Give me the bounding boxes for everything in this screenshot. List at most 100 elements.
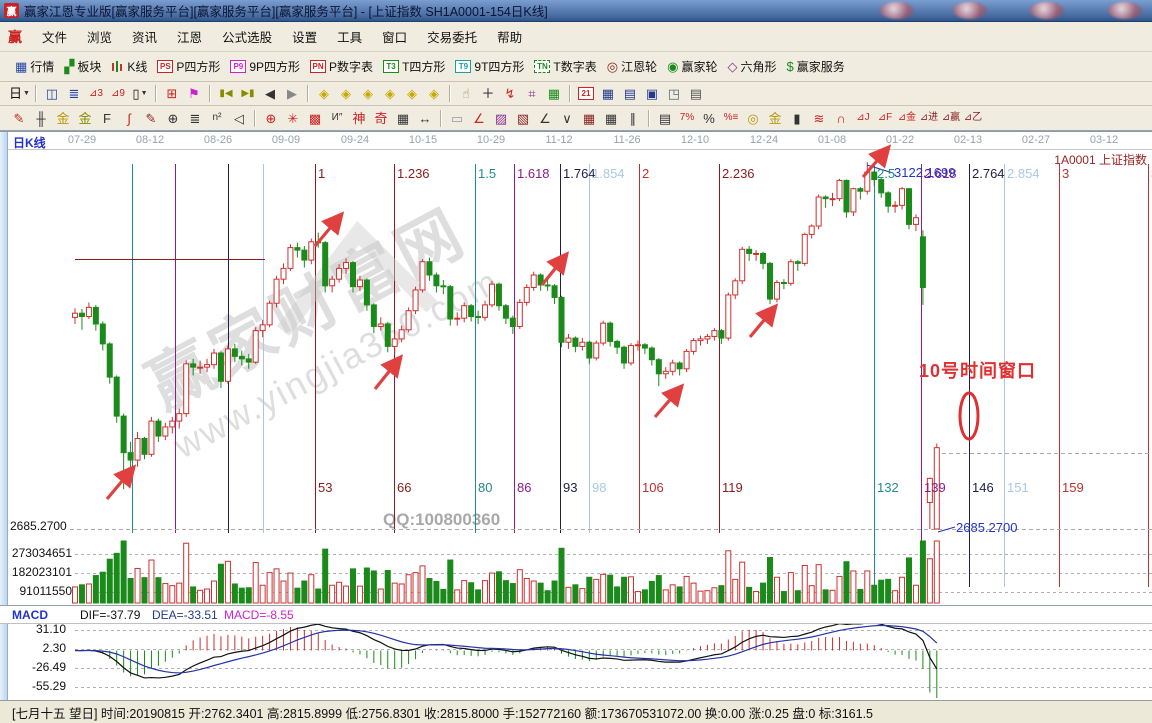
calculator-button[interactable]: ▦ (597, 84, 619, 104)
tool-percent-lines[interactable]: %≡ (720, 108, 742, 128)
tool-gold-section[interactable]: 金 (52, 108, 74, 128)
tool-fan[interactable]: ∠ (468, 108, 490, 128)
tool-grid-box[interactable]: ▦ (600, 108, 622, 128)
info-doc-button[interactable]: ≣ (63, 84, 85, 104)
tool-angle-pen[interactable]: ∠ (534, 108, 556, 128)
diamond-full-button[interactable]: ◈ (423, 84, 445, 104)
menu-item-帮助[interactable]: 帮助 (487, 27, 532, 49)
tool-square-n2[interactable]: n² (206, 108, 228, 128)
tool-candle-pen[interactable]: ▮ (786, 108, 808, 128)
winner-service-button[interactable]: $赢家服务 (782, 56, 850, 77)
tool-arc[interactable]: ∫ (118, 108, 140, 128)
print-button[interactable]: ▤ (685, 84, 707, 104)
puzzle-button[interactable]: ▦ (543, 84, 565, 104)
tool-n-quote[interactable]: И″ (326, 108, 348, 128)
sectors-button[interactable]: ▞板块 (59, 56, 106, 77)
tool-angle-gold[interactable]: ⊿金 (896, 108, 918, 128)
tool-grid-123[interactable]: ▦ (392, 108, 414, 128)
tool-pen[interactable]: ✎ (8, 108, 30, 128)
tool-box[interactable]: ▭ (446, 108, 468, 128)
winner-wheel-button[interactable]: ◉赢家轮 (662, 56, 722, 77)
p-number-table-button[interactable]: PNP数字表 (305, 56, 378, 77)
gann-wheel-button[interactable]: ◎江恩轮 (602, 56, 662, 77)
menu-item-交易委托[interactable]: 交易委托 (417, 27, 487, 49)
tool-fan-fill[interactable]: ▧ (512, 108, 534, 128)
flag-indicator-button[interactable]: ⚑ (183, 84, 205, 104)
volume-bar (392, 583, 397, 603)
t-square-button[interactable]: T3T四方形 (378, 56, 450, 77)
t-number-table-button[interactable]: TNT数字表 (529, 56, 601, 77)
tool-angle-ying[interactable]: ⊿赢 (940, 108, 962, 128)
hand-tool-button[interactable]: ☝ (455, 84, 477, 104)
diamond-hsplit-button[interactable]: ◈ (357, 84, 379, 104)
diamond-left-button[interactable]: ◈ (313, 84, 335, 104)
tool-horizontal-span[interactable]: ↔ (414, 108, 436, 128)
kline-button[interactable]: K线 (106, 56, 152, 77)
first-bar-button[interactable]: ▮◀ (215, 84, 237, 104)
tool-target-star[interactable]: ✳ (282, 108, 304, 128)
hexagon-button[interactable]: ◇六角形 (722, 56, 781, 77)
tool-angle-flag[interactable]: ◁ (228, 108, 250, 128)
diamond-right-button[interactable]: ◈ (335, 84, 357, 104)
tool-gold-circle[interactable]: ◎ (742, 108, 764, 128)
t9-square-button[interactable]: T99T四方形 (450, 56, 529, 77)
tool-fan-box[interactable]: ▨ (490, 108, 512, 128)
tool-angle-j[interactable]: ⊿J (852, 108, 874, 128)
tool-angle-yi[interactable]: ⊿乙 (962, 108, 984, 128)
calendar-button[interactable]: 21 (575, 84, 597, 104)
tool-time-div[interactable]: ╫ (30, 108, 52, 128)
next-bar-button[interactable]: ▶ (281, 84, 303, 104)
multi-window-button[interactable]: ⊞ (161, 84, 183, 104)
tool-angle-f[interactable]: ⊿F (874, 108, 896, 128)
tool-magic-number-2[interactable]: 奇 (370, 108, 392, 128)
save-button[interactable]: ▣ (641, 84, 663, 104)
tool-percent[interactable]: % (698, 108, 720, 128)
menu-item-浏览[interactable]: 浏览 (77, 27, 122, 49)
titlebar-close-stamp[interactable] (1108, 2, 1142, 19)
tool-target-circle[interactable]: ⊕ (260, 108, 282, 128)
crosshair-button[interactable]: ＋ (477, 84, 499, 104)
tool-target-grid[interactable]: ▩ (304, 108, 326, 128)
tool-magic-number[interactable]: 神 (348, 108, 370, 128)
tool-price-div[interactable]: ≣ (184, 108, 206, 128)
period-daily-button[interactable]: 日▼ (8, 84, 31, 104)
menu-item-文件[interactable]: 文件 (32, 27, 77, 49)
tool-dense-grid[interactable]: ▦ (578, 108, 600, 128)
chart-3-button[interactable]: ⊿3 (85, 84, 107, 104)
tool-7-percent[interactable]: 7% (676, 108, 698, 128)
tool-cycle-circle[interactable]: ⊕ (162, 108, 184, 128)
p9-square-button[interactable]: P99P四方形 (225, 56, 305, 77)
tool-gold-lines[interactable]: 金 (764, 108, 786, 128)
gann-tool-button[interactable]: ⌗ (521, 84, 543, 104)
marker-tool-button[interactable]: ↯ (499, 84, 521, 104)
tool-box-icon: ▭ (451, 112, 463, 125)
notes-button[interactable]: ▤ (619, 84, 641, 104)
tool-parallel-lines[interactable]: ∥ (622, 108, 644, 128)
p-square-button[interactable]: PSP四方形 (152, 56, 225, 77)
chart-9-button[interactable]: ⊿9 (107, 84, 129, 104)
tool-gold-section-2[interactable]: 金 (74, 108, 96, 128)
menu-item-江恩[interactable]: 江恩 (167, 27, 212, 49)
menu-item-设置[interactable]: 设置 (282, 27, 327, 49)
tool-gold-arc[interactable]: ∩ (830, 108, 852, 128)
window-layout-button[interactable]: ◫ (41, 84, 63, 104)
menu-item-窗口[interactable]: 窗口 (372, 27, 417, 49)
tool-v-shape[interactable]: ∨ (556, 108, 578, 128)
titlebar[interactable]: 赢 赢家江恩专业版[赢家服务平台][赢家服务平台][赢家服务平台] - [上证指… (0, 0, 1152, 22)
prev-bar-button[interactable]: ◀ (259, 84, 281, 104)
menu-item-公式选股[interactable]: 公式选股 (212, 27, 282, 49)
candle-style-button[interactable]: ▯▼ (129, 84, 151, 104)
tool-wave[interactable]: ≋ (808, 108, 830, 128)
tool-angle-jin[interactable]: ⊿进 (918, 108, 940, 128)
quotes-button[interactable]: ▦行情 (10, 56, 59, 77)
volume-bar (295, 588, 300, 603)
tool-pen-2[interactable]: ✎ (140, 108, 162, 128)
tool-fib-price[interactable]: F (96, 108, 118, 128)
diamond-expand-button[interactable]: ◈ (401, 84, 423, 104)
menu-item-工具[interactable]: 工具 (327, 27, 372, 49)
tool-price-ruler[interactable]: ▤ (654, 108, 676, 128)
cards-button[interactable]: ◳ (663, 84, 685, 104)
last-bar-button[interactable]: ▶▮ (237, 84, 259, 104)
menu-item-资讯[interactable]: 资讯 (122, 27, 167, 49)
diamond-collapse-button[interactable]: ◈ (379, 84, 401, 104)
